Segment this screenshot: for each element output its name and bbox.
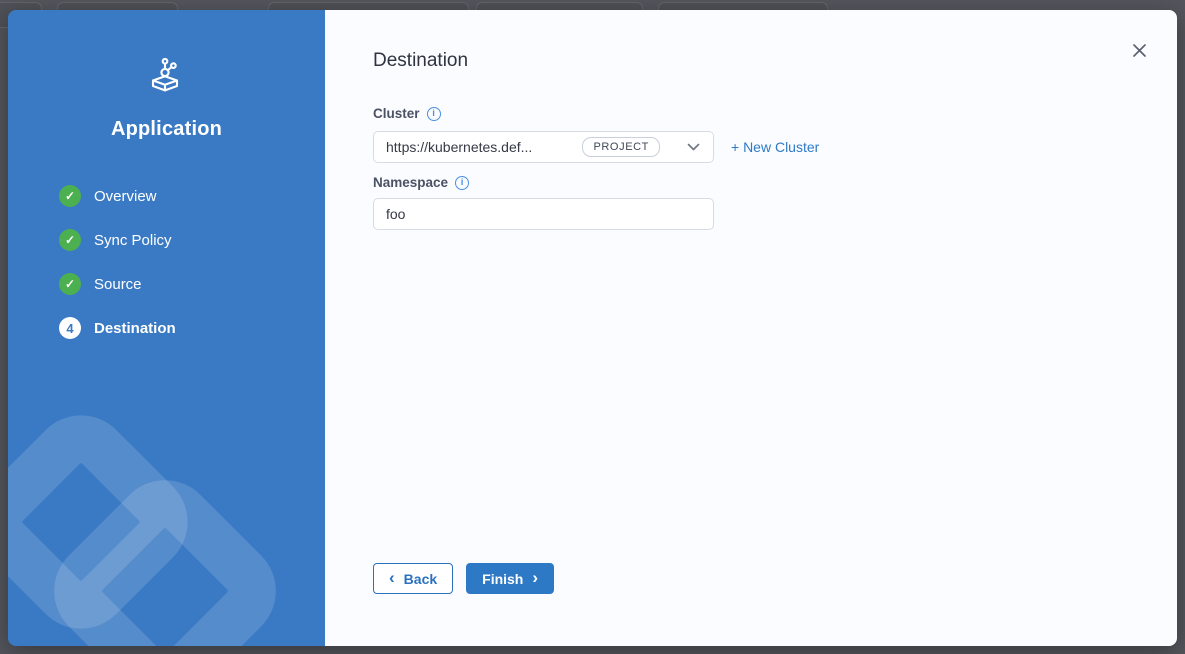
back-button[interactable]: ‹ Back (373, 563, 453, 594)
step-sync-policy[interactable]: ✓ Sync Policy (59, 229, 325, 251)
wizard-steps: ✓ Overview ✓ Sync Policy ✓ Source 4 Dest… (8, 185, 325, 361)
page-title: Destination (373, 50, 1177, 72)
cluster-value: https://kubernetes.def... (386, 139, 582, 155)
chevron-left-icon: ‹ (389, 569, 395, 586)
wizard-title: Application (111, 118, 222, 141)
watermark-shape (33, 459, 296, 646)
step-destination[interactable]: 4 Destination (59, 317, 325, 339)
step-overview[interactable]: ✓ Overview (59, 185, 325, 207)
close-icon (1132, 43, 1147, 58)
watermark-shape (8, 395, 208, 646)
application-box-icon (146, 56, 188, 96)
wizard-main-panel: Destination Cluster i https://kubernetes… (325, 10, 1177, 646)
check-icon: ✓ (59, 185, 81, 207)
cluster-select[interactable]: https://kubernetes.def... PROJECT (373, 131, 714, 163)
cluster-label: Cluster i (373, 106, 1177, 121)
namespace-label: Namespace i (373, 175, 1177, 190)
step-source[interactable]: ✓ Source (59, 273, 325, 295)
info-icon[interactable]: i (427, 107, 441, 121)
chevron-down-icon (687, 143, 700, 151)
namespace-input[interactable] (373, 198, 714, 230)
project-badge: PROJECT (582, 137, 660, 157)
chevron-right-icon: › (532, 569, 538, 586)
check-icon: ✓ (59, 273, 81, 295)
check-icon: ✓ (59, 229, 81, 251)
info-icon[interactable]: i (455, 176, 469, 190)
wizard-sidebar: Application ✓ Overview ✓ Sync Policy ✓ S… (8, 10, 325, 646)
finish-button[interactable]: Finish › (466, 563, 554, 594)
application-wizard-modal: Application ✓ Overview ✓ Sync Policy ✓ S… (8, 10, 1177, 646)
step-number-badge: 4 (59, 317, 81, 339)
wizard-footer: ‹ Back Finish › (373, 563, 554, 594)
new-cluster-link[interactable]: + New Cluster (731, 139, 819, 155)
close-button[interactable] (1130, 41, 1148, 59)
